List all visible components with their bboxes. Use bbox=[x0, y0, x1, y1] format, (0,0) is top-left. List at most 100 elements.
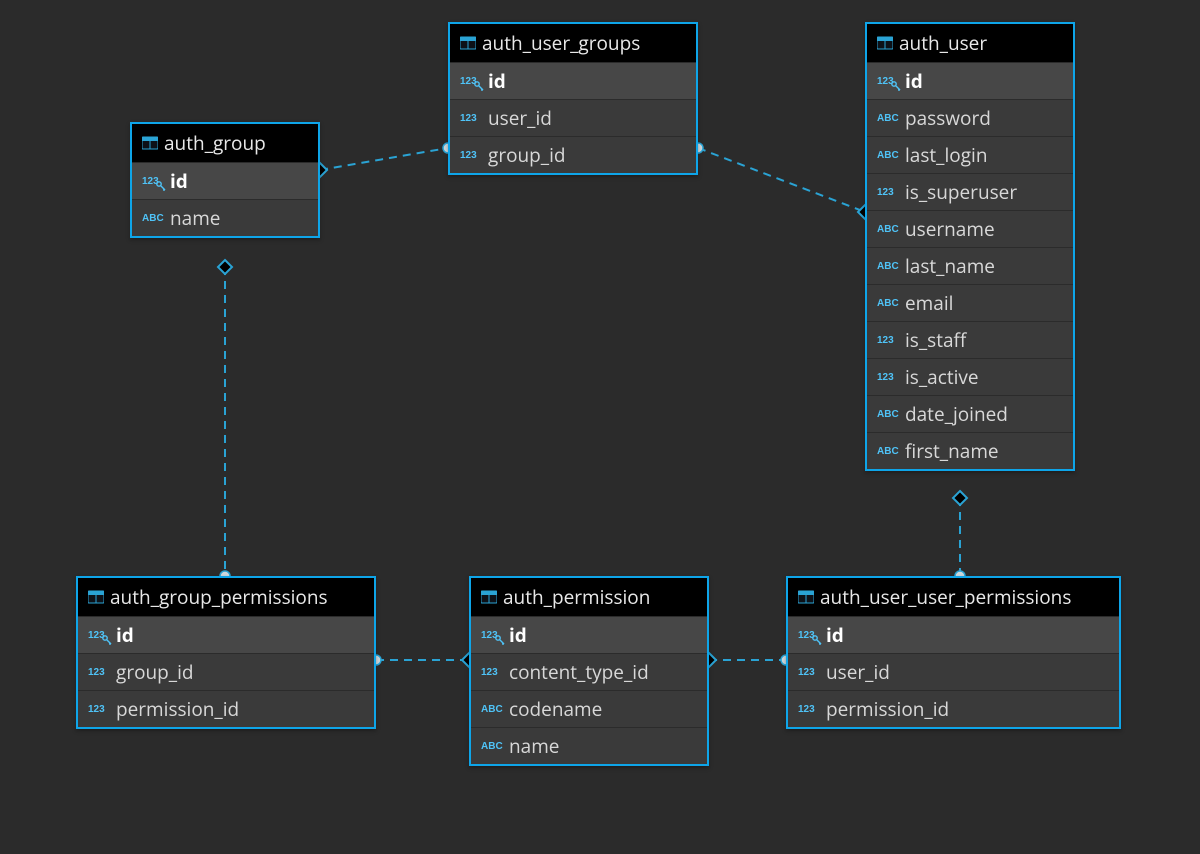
table-title: auth_user_groups bbox=[482, 30, 640, 56]
column-name: is_active bbox=[905, 364, 1063, 390]
text-type-icon: ABC bbox=[877, 113, 899, 124]
column-row[interactable]: ABC last_login bbox=[867, 136, 1073, 173]
numeric-type-icon: 123 bbox=[88, 667, 110, 678]
text-type-icon: ABC bbox=[877, 298, 899, 309]
column-row[interactable]: ABC last_name bbox=[867, 247, 1073, 284]
column-name: user_id bbox=[488, 105, 686, 131]
column-row[interactable]: 123 id bbox=[788, 616, 1119, 653]
numeric-type-icon: 123 bbox=[798, 667, 820, 678]
column-name: last_login bbox=[905, 142, 1063, 168]
column-row[interactable]: 123permission_id bbox=[788, 690, 1119, 727]
table-header[interactable]: auth_group bbox=[132, 124, 318, 162]
table-header[interactable]: auth_permission bbox=[471, 578, 707, 616]
primary-key-icon bbox=[474, 81, 484, 91]
table-header[interactable]: auth_group_permissions bbox=[78, 578, 374, 616]
column-row[interactable]: 123is_superuser bbox=[867, 173, 1073, 210]
table-header[interactable]: auth_user_user_permissions bbox=[788, 578, 1119, 616]
relation-diamond-icon bbox=[953, 491, 967, 505]
column-row[interactable]: ABC first_name bbox=[867, 432, 1073, 469]
numeric-type-icon: 123 bbox=[481, 667, 503, 678]
column-name: codename bbox=[509, 696, 697, 722]
numeric-type-icon: 123 bbox=[877, 76, 899, 87]
table-title: auth_permission bbox=[503, 584, 650, 610]
column-name: date_joined bbox=[905, 401, 1063, 427]
column-name: name bbox=[170, 205, 308, 231]
column-row[interactable]: ABC email bbox=[867, 284, 1073, 321]
table-title: auth_group_permissions bbox=[110, 584, 328, 610]
table-icon bbox=[877, 35, 893, 51]
numeric-type-icon: 123 bbox=[460, 150, 482, 161]
column-row[interactable]: 123is_active bbox=[867, 358, 1073, 395]
column-row[interactable]: 123 id bbox=[78, 616, 374, 653]
column-name: id bbox=[509, 622, 697, 648]
column-name: email bbox=[905, 290, 1063, 316]
column-name: first_name bbox=[905, 438, 1063, 464]
column-name: permission_id bbox=[116, 696, 364, 722]
relation-diamond-icon bbox=[218, 260, 232, 274]
numeric-type-icon: 123 bbox=[460, 76, 482, 87]
column-name: group_id bbox=[488, 142, 686, 168]
column-row[interactable]: 123 permission_id bbox=[78, 690, 374, 727]
numeric-type-icon: 123 bbox=[88, 630, 110, 641]
column-name: username bbox=[905, 216, 1063, 242]
column-row[interactable]: 123 user_id bbox=[450, 99, 696, 136]
column-row[interactable]: ABC name bbox=[132, 199, 318, 236]
column-name: id bbox=[826, 622, 1109, 648]
column-name: is_superuser bbox=[905, 179, 1063, 205]
table-auth_user_groups[interactable]: auth_user_groups123 id123user_id123group… bbox=[448, 22, 698, 175]
numeric-type-icon: 123 bbox=[798, 704, 820, 715]
column-row[interactable]: 123 id bbox=[471, 616, 707, 653]
column-name: group_id bbox=[116, 659, 364, 685]
table-header[interactable]: auth_user_groups bbox=[450, 24, 696, 62]
table-auth_user[interactable]: auth_user123 idABCpasswordABClast_login1… bbox=[865, 22, 1075, 471]
table-icon bbox=[142, 135, 158, 151]
text-type-icon: ABC bbox=[877, 446, 899, 457]
numeric-type-icon: 123 bbox=[88, 704, 110, 715]
column-name: is_staff bbox=[905, 327, 1063, 353]
column-row[interactable]: ABCpassword bbox=[867, 99, 1073, 136]
text-type-icon: ABC bbox=[877, 224, 899, 235]
text-type-icon: ABC bbox=[142, 213, 164, 224]
table-title: auth_group bbox=[164, 130, 266, 156]
table-icon bbox=[481, 589, 497, 605]
relation-line bbox=[698, 148, 865, 212]
column-name: user_id bbox=[826, 659, 1109, 685]
text-type-icon: ABC bbox=[877, 150, 899, 161]
column-name: id bbox=[116, 622, 364, 648]
column-row[interactable]: ABCname bbox=[471, 727, 707, 764]
column-row[interactable]: ABC username bbox=[867, 210, 1073, 247]
table-auth_group[interactable]: auth_group 123 id ABC name bbox=[130, 122, 320, 238]
table-title: auth_user_user_permissions bbox=[820, 584, 1071, 610]
table-header[interactable]: auth_user bbox=[867, 24, 1073, 62]
table-auth_permission[interactable]: auth_permission123 id123content_type_idA… bbox=[469, 576, 709, 766]
column-row[interactable]: 123 id bbox=[867, 62, 1073, 99]
numeric-type-icon: 123 bbox=[142, 176, 164, 187]
table-icon bbox=[798, 589, 814, 605]
primary-key-icon bbox=[812, 635, 822, 645]
primary-key-icon bbox=[156, 181, 166, 191]
table-auth_user_user_permissions[interactable]: auth_user_user_permissions123 id123user_… bbox=[786, 576, 1121, 729]
column-name: content_type_id bbox=[509, 659, 697, 685]
column-row[interactable]: 123 content_type_id bbox=[471, 653, 707, 690]
numeric-type-icon: 123 bbox=[798, 630, 820, 641]
column-name: id bbox=[170, 168, 308, 194]
column-name: id bbox=[488, 68, 686, 94]
numeric-type-icon: 123 bbox=[460, 113, 482, 124]
column-row[interactable]: 123 is_staff bbox=[867, 321, 1073, 358]
table-icon bbox=[460, 35, 476, 51]
column-row[interactable]: ABC codename bbox=[471, 690, 707, 727]
text-type-icon: ABC bbox=[481, 704, 503, 715]
column-row[interactable]: 123 id bbox=[132, 162, 318, 199]
column-row[interactable]: 123 group_id bbox=[78, 653, 374, 690]
numeric-type-icon: 123 bbox=[481, 630, 503, 641]
column-row[interactable]: ABCdate_joined bbox=[867, 395, 1073, 432]
column-name: last_name bbox=[905, 253, 1063, 279]
column-row[interactable]: 123 id bbox=[450, 62, 696, 99]
text-type-icon: ABC bbox=[877, 261, 899, 272]
column-row[interactable]: 123 group_id bbox=[450, 136, 696, 173]
text-type-icon: ABC bbox=[481, 741, 503, 752]
numeric-type-icon: 123 bbox=[877, 335, 899, 346]
column-row[interactable]: 123 user_id bbox=[788, 653, 1119, 690]
table-auth_group_permissions[interactable]: auth_group_permissions123 id123group_id1… bbox=[76, 576, 376, 729]
table-icon bbox=[88, 589, 104, 605]
